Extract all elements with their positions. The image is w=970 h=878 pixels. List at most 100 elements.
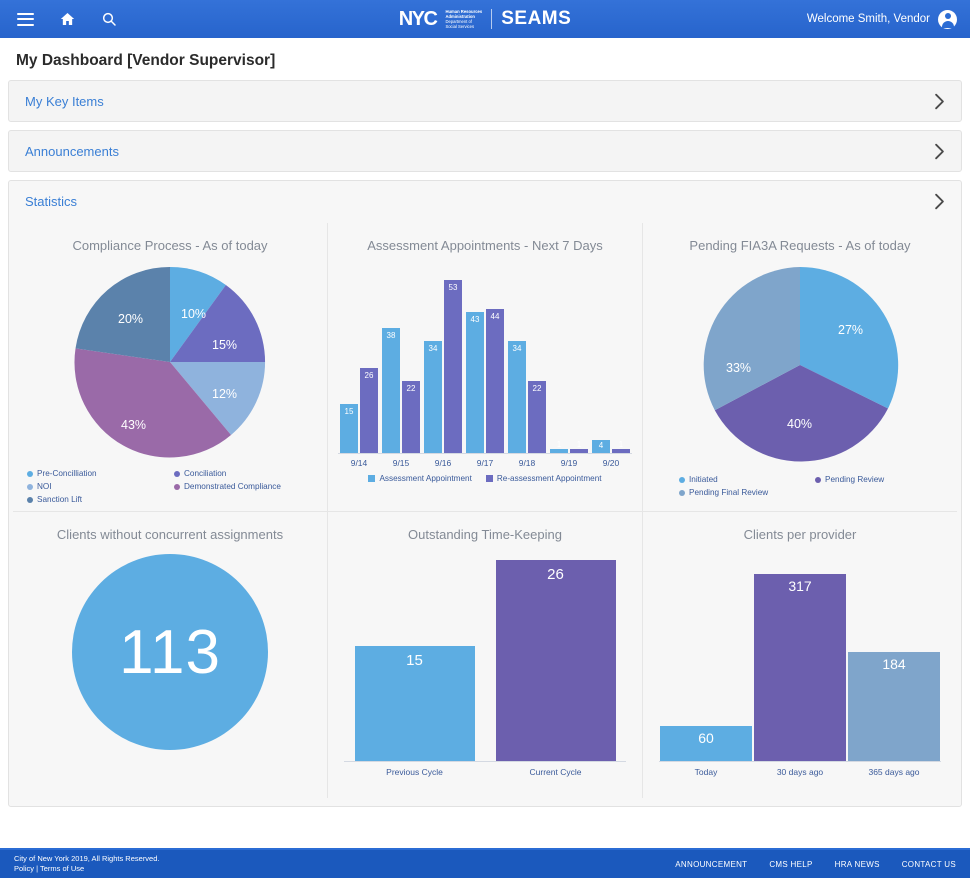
bar-value: 26 [364,370,374,380]
chart-clients-per-provider: Clients per provider 60 317 184 Today 30… [642,512,957,798]
bar-value: 43 [470,315,480,325]
circle-value: 113 [119,617,221,687]
home-icon[interactable] [56,8,78,30]
bar-assessment[interactable]: 1 [550,440,568,453]
nyc-logo-text: NYC [398,8,438,30]
chart-pending-fia3a: Pending FIA3A Requests - As of today 27%… [642,223,957,511]
bar-value: 4 [598,440,604,450]
bar-value: 34 [428,343,438,353]
footer-link-contact-us[interactable]: CONTACT US [902,860,956,869]
column-previous-cycle[interactable]: 15 [354,646,475,761]
legend-label: Assessment Appointment [379,474,472,483]
dashboard-page: NYC Human Resources Administration Depar… [0,0,970,878]
column-30-days-ago[interactable]: 317 [754,574,846,761]
panel-header-my-key-items[interactable]: My Key Items [9,81,961,121]
legend-item[interactable]: NOI [27,480,174,493]
footer-links: ANNOUNCEMENT CMS HELP HRA NEWS CONTACT U… [675,860,956,869]
footer-link-hra-news[interactable]: HRA NEWS [835,860,880,869]
chart-title: Assessment Appointments - Next 7 Days [367,238,603,253]
page-footer: City of New York 2019, All Rights Reserv… [0,848,970,878]
bar-assessment[interactable]: 43 [466,312,484,453]
legend-item[interactable]: Demonstrated Compliance [174,480,321,493]
column-current-cycle[interactable]: 26 [495,560,616,761]
footer-link-announcement[interactable]: ANNOUNCEMENT [675,860,747,869]
column-group: 317 [753,556,847,761]
legend-color-dot [27,483,33,490]
bar-assessment[interactable]: 38 [382,327,400,453]
column-value: 317 [788,578,812,595]
chart-title: Pending FIA3A Requests - As of today [689,238,911,253]
column-chart-timekeeping: 15 26 [344,556,626,761]
legend-item[interactable]: Pending Review [815,473,951,486]
legend-label: Pending Final Review [689,488,769,497]
hamburger-icon[interactable] [14,8,36,30]
panel-announcements[interactable]: Announcements [8,130,962,172]
legend-item[interactable]: Assessment Appointment [368,474,472,483]
x-tick-label: 9/14 [350,458,368,468]
bar-reassessment[interactable]: 44 [486,308,504,453]
bar-group: 15 26 [338,263,380,453]
bar-group: 43 44 [464,263,506,453]
x-tick-label: Current Cycle [529,767,582,777]
legend-item[interactable]: Initiated [679,473,815,486]
footer-link-cms-help[interactable]: CMS HELP [769,860,812,869]
legend-label: Demonstrated Compliance [184,482,281,491]
legend-label: Re-assessment Appointment [496,474,602,483]
user-avatar-icon[interactable] [938,9,957,29]
legend-color-dot [679,489,685,496]
bar-reassessment[interactable]: 1 [570,440,588,453]
bar-value: 1 [576,440,582,450]
legend-color-dot [27,470,33,477]
panel-header-statistics[interactable]: Statistics [9,181,961,221]
bar-assessment[interactable]: 15 [340,403,358,453]
bar-group: 34 22 [506,263,548,453]
footer-policy-link[interactable]: Policy | Terms of Use [14,864,160,874]
x-tick-label: 9/18 [518,458,536,468]
bar-value: 15 [344,406,354,416]
legend-item[interactable]: Conciliation [174,467,321,480]
column-value: 15 [406,652,423,670]
panel-header-announcements[interactable]: Announcements [9,131,961,171]
x-tick-label: Previous Cycle [386,767,443,777]
bar-reassessment[interactable]: 1 [612,440,630,453]
agency-line-3: Department of [445,19,472,24]
column-today[interactable]: 60 [660,726,752,761]
bar-assessment[interactable]: 34 [508,340,526,453]
pie-slice-label: 27% [838,323,864,337]
chevron-right-icon[interactable] [934,193,945,210]
bar-group: 34 53 [422,263,464,453]
bar-value: 1 [556,440,562,450]
column-value: 26 [547,566,564,584]
legend-item[interactable]: Pending Final Review [679,486,815,499]
chevron-right-icon[interactable] [934,93,945,110]
bar-chart-x-axis: 9/14 9/15 9/16 9/17 9/18 9/19 9/20 [338,453,632,468]
bar-value: 53 [448,283,458,293]
chart-compliance-process: Compliance Process - As of today 10% 15%… [13,223,327,511]
legend-color-dot [815,476,821,483]
chart-legend: Initiated Pending Review Pending Final R… [649,473,951,499]
panel-statistics[interactable]: Statistics Compliance Process - As of to… [8,180,962,807]
bar-assessment[interactable]: 34 [424,340,442,453]
legend-item[interactable]: Sanction Lift [27,493,174,506]
page-title: My Dashboard [Vendor Supervisor] [16,52,276,69]
app-name-seams: SEAMS [501,8,572,29]
search-icon[interactable] [98,8,120,30]
bar-reassessment[interactable]: 22 [528,380,546,453]
chevron-right-icon[interactable] [934,143,945,160]
bar-reassessment[interactable]: 53 [444,280,462,453]
column-chart-x-axis: Today 30 days ago 365 days ago [659,761,941,777]
panel-my-key-items[interactable]: My Key Items [8,80,962,122]
bar-reassessment[interactable]: 22 [402,380,420,453]
column-365-days-ago[interactable]: 184 [848,652,940,761]
pie-slice-label: 40% [787,417,813,431]
column-group: 26 [485,556,626,761]
single-value-circle[interactable]: 113 [72,554,268,750]
legend-item[interactable]: Re-assessment Appointment [485,474,602,483]
bar-reassessment[interactable]: 26 [360,367,378,453]
bar-value: 1 [618,440,624,450]
topbar-user-area[interactable]: Welcome Smith, Vendor [807,9,970,29]
agency-name: Human Resources Administration Departmen… [445,9,482,30]
legend-item[interactable]: Pre-Concilliation [27,467,174,480]
bar-assessment[interactable]: 4 [592,439,610,453]
x-tick-label: 365 days ago [868,767,920,777]
